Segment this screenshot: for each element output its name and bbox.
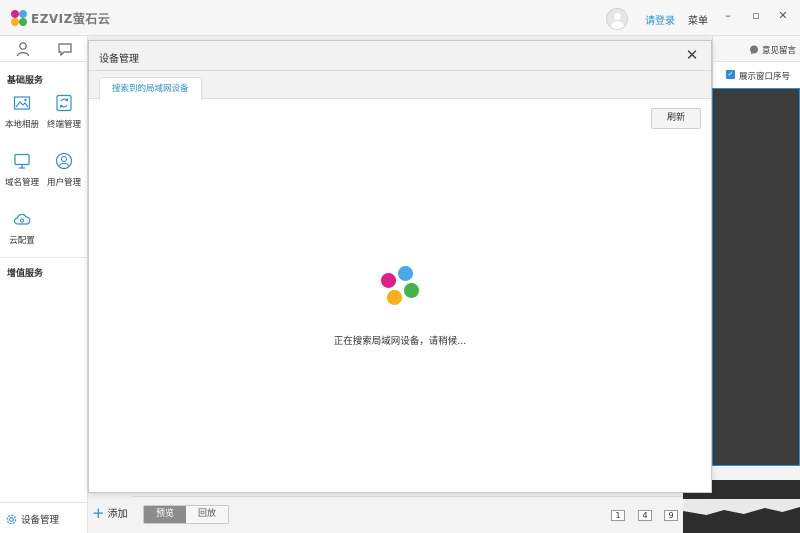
show-window-index-label: 展示窗口序号 (739, 72, 791, 82)
feedback-label: 意见留言 (762, 46, 797, 56)
playback-tab[interactable]: 回放 (186, 506, 228, 523)
ezviz-logo-icon (11, 10, 27, 26)
right-panel-options: ✓ 展示窗口序号 (712, 62, 800, 88)
title-bar: EZVIZ萤石云 请登录 菜单 – ▫ ✕ (0, 0, 800, 36)
sidebar-item-domain-management[interactable]: 域名管理 (2, 152, 42, 188)
search-status-text: 正在搜索局域网设备，请稍候... (333, 336, 467, 347)
sidebar-item-local-album[interactable]: 本地相册 (2, 94, 42, 130)
person-icon[interactable] (15, 41, 31, 57)
refresh-button[interactable]: 刷新 (651, 108, 701, 129)
sidebar-item-label: 终端管理 (46, 120, 81, 130)
section-value-added-services: 增值服务 (7, 269, 44, 279)
section-basic-services: 基础服务 (7, 76, 44, 86)
tab-lan-devices[interactable]: 搜索到的局域网设备 (99, 77, 202, 100)
plus-icon: + (92, 503, 105, 522)
sidebar-tabs (0, 36, 87, 62)
sidebar-divider (0, 257, 88, 258)
dialog-tab-bar: 搜索到的局域网设备 (89, 71, 711, 100)
grid-4-button[interactable]: 4 (638, 510, 652, 521)
sidebar: 基础服务 本地相册 终端管理 域名管理 用户管理 云配置 增值服务 设备管理 (0, 36, 88, 533)
feedback-button[interactable]: 意见留言 (749, 44, 796, 56)
dialog-header: 设备管理 ✕ (89, 41, 711, 71)
speech-bubble-icon (750, 45, 758, 55)
minimize-button[interactable]: – (721, 9, 735, 23)
terminal-sync-icon (56, 94, 72, 112)
brand-name: EZVIZ萤石云 (31, 12, 111, 26)
cloud-config-icon (13, 213, 31, 225)
dialog-title: 设备管理 (99, 54, 139, 65)
add-device-button[interactable]: + 添加 (92, 505, 128, 520)
user-icon (55, 152, 73, 170)
add-label: 添加 (107, 509, 128, 520)
grid-1-button[interactable]: 1 (611, 510, 625, 521)
video-window[interactable] (712, 88, 800, 466)
login-link[interactable]: 请登录 (645, 12, 675, 27)
sidebar-item-label: 域名管理 (4, 178, 39, 188)
menu-button[interactable]: 菜单 (688, 12, 708, 27)
loading-spinner-icon (379, 265, 421, 307)
photo-album-icon (13, 96, 31, 110)
sidebar-item-cloud-config[interactable]: 云配置 (2, 210, 42, 246)
sidebar-item-label: 云配置 (9, 236, 35, 246)
maximize-button[interactable]: ▫ (749, 9, 763, 23)
sidebar-footer: 设备管理 (0, 502, 88, 533)
sidebar-item-user-management[interactable]: 用户管理 (44, 152, 84, 188)
view-mode-switch: 预览 回放 (143, 505, 229, 524)
user-avatar[interactable] (606, 8, 628, 30)
gear-icon (6, 514, 17, 524)
right-panel-header: 意见留言 (712, 36, 800, 62)
monitor-icon (14, 153, 30, 169)
dialog-close-button[interactable]: ✕ (684, 47, 700, 63)
device-management-dialog: 设备管理 ✕ 搜索到的局域网设备 刷新 正在搜索局域网设备，请稍候... (88, 40, 712, 493)
grid-9-button[interactable]: 9 (664, 510, 678, 521)
sidebar-item-label: 用户管理 (46, 178, 81, 188)
preview-tab[interactable]: 预览 (144, 506, 186, 523)
sidebar-item-terminal-management[interactable]: 终端管理 (44, 94, 84, 130)
device-manager-button[interactable]: 设备管理 (6, 512, 59, 526)
chat-icon[interactable] (57, 41, 73, 57)
sidebar-item-label: 本地相册 (4, 120, 39, 130)
close-window-button[interactable]: ✕ (776, 9, 790, 23)
device-manager-label: 设备管理 (21, 515, 60, 526)
show-window-index-checkbox[interactable]: ✓ (726, 70, 735, 79)
